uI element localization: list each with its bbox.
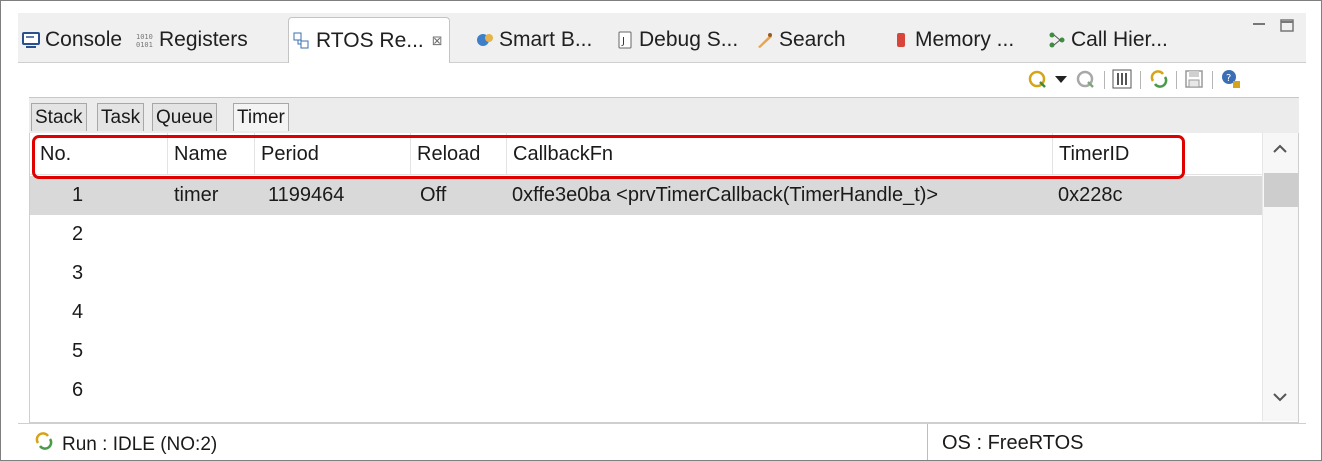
column-settings-icon[interactable] xyxy=(1112,69,1132,89)
subtab-stack[interactable]: Stack xyxy=(31,103,87,131)
close-icon[interactable]: ⊠ xyxy=(432,33,443,49)
table-row[interactable]: 5 xyxy=(30,332,1262,371)
view-toolbar: ? xyxy=(18,63,1306,97)
os-status: OS : FreeRTOS xyxy=(927,424,1084,460)
sync-icon[interactable] xyxy=(1149,69,1169,89)
run-status: Run : IDLE (NO:2) xyxy=(34,431,218,456)
subtab-queue[interactable]: Queue xyxy=(152,103,218,131)
column-header-no[interactable]: No. xyxy=(30,133,167,175)
rtos-subtabs: Stack Task Queue Timer xyxy=(29,97,1299,133)
console-icon xyxy=(22,31,40,49)
subtab-task[interactable]: Task xyxy=(97,103,145,131)
tab-label: Debug S... xyxy=(639,28,739,51)
call-hierarchy-icon xyxy=(1048,31,1066,49)
svg-text:0101: 0101 xyxy=(136,41,153,49)
table-row[interactable]: 1 timer 1199464 Off 0xffe3e0ba <prvTimer… xyxy=(30,176,1262,215)
tab-call-hierarchy[interactable]: Call Hier... xyxy=(1048,17,1168,63)
column-header-period[interactable]: Period xyxy=(254,133,410,175)
tab-label: Console xyxy=(45,28,123,51)
scrollbar-thumb[interactable] xyxy=(1264,173,1298,207)
save-icon[interactable] xyxy=(1184,69,1204,89)
column-header-name[interactable]: Name xyxy=(167,133,254,175)
timer-table: No. Name Period Reload CallbackFn TimerI… xyxy=(29,133,1299,423)
run-status-text: Run : IDLE (NO:2) xyxy=(62,434,218,455)
dropdown-arrow-icon[interactable] xyxy=(1052,69,1072,89)
column-header-reload[interactable]: Reload xyxy=(410,133,506,175)
subtab-timer[interactable]: Timer xyxy=(233,103,289,131)
help-icon[interactable]: ? xyxy=(1221,69,1241,89)
vertical-scrollbar[interactable] xyxy=(1262,133,1298,421)
rtos-resources-view: Console 1010 0101 Registers RTOS Re... ⊠ … xyxy=(0,0,1322,461)
svg-text:1010: 1010 xyxy=(136,33,153,41)
table-row[interactable]: 3 xyxy=(30,254,1262,293)
registers-icon: 1010 0101 xyxy=(136,31,154,49)
tab-memory[interactable]: Memory ... xyxy=(892,17,1014,63)
cell-timerid: 0x228c xyxy=(1058,184,1123,206)
cell-no: 4 xyxy=(72,301,84,323)
scroll-up-icon[interactable] xyxy=(1272,141,1288,162)
toolbar-separator xyxy=(1104,71,1105,89)
sync-icon xyxy=(34,431,54,451)
tab-search[interactable]: Search xyxy=(756,17,846,63)
table-header: No. Name Period Reload CallbackFn TimerI… xyxy=(30,133,1262,175)
tab-label: Smart B... xyxy=(499,28,593,51)
debug-icon: J xyxy=(616,31,634,49)
svg-text:?: ? xyxy=(1226,73,1231,84)
tab-smart-browser[interactable]: Smart B... xyxy=(476,17,592,63)
toolbar-separator xyxy=(1140,71,1141,89)
search-icon xyxy=(756,31,774,49)
tab-label: Call Hier... xyxy=(1071,28,1168,51)
maximize-icon[interactable] xyxy=(1280,19,1294,38)
cell-reload: Off xyxy=(420,184,447,206)
column-header-callbackfn[interactable]: CallbackFn xyxy=(506,133,1052,175)
rtos-icon xyxy=(293,32,311,50)
tab-label: Search xyxy=(779,28,846,51)
minimize-icon[interactable] xyxy=(1252,19,1266,38)
cell-period: 1199464 xyxy=(268,184,345,206)
cell-no: 6 xyxy=(72,379,84,401)
view-tab-bar: Console 1010 0101 Registers RTOS Re... ⊠ … xyxy=(18,13,1306,64)
tab-registers[interactable]: 1010 0101 Registers xyxy=(136,17,248,63)
cell-no: 1 xyxy=(72,184,84,206)
table-row[interactable]: 2 xyxy=(30,215,1262,254)
refresh-option-icon[interactable] xyxy=(1075,69,1095,89)
table-row[interactable]: 4 xyxy=(30,293,1262,332)
status-bar: Run : IDLE (NO:2) OS : FreeRTOS xyxy=(18,423,1306,460)
cell-no: 2 xyxy=(72,223,84,245)
cell-no: 3 xyxy=(72,262,84,284)
tab-label: Registers xyxy=(159,28,248,51)
tab-label: RTOS Re... xyxy=(316,29,424,52)
tab-rtos-resources[interactable]: RTOS Re... ⊠ xyxy=(288,17,450,64)
table-row[interactable]: 6 xyxy=(30,371,1262,410)
tab-console[interactable]: Console xyxy=(22,17,122,63)
tab-debug[interactable]: J Debug S... xyxy=(616,17,738,63)
cell-callbackfn: 0xffe3e0ba <prvTimerCallback(TimerHandle… xyxy=(512,184,939,206)
refresh-rtos-icon[interactable] xyxy=(1027,69,1047,89)
svg-text:J: J xyxy=(621,36,625,47)
column-header-timerid[interactable]: TimerID xyxy=(1052,133,1262,175)
cell-no: 5 xyxy=(72,340,84,362)
tab-label: Memory ... xyxy=(915,28,1015,51)
toolbar-separator xyxy=(1176,71,1177,89)
smart-browser-icon xyxy=(476,31,494,49)
cell-name: timer xyxy=(174,184,219,206)
memory-icon xyxy=(892,31,910,49)
scroll-down-icon[interactable] xyxy=(1272,389,1288,410)
toolbar-separator xyxy=(1212,71,1213,89)
